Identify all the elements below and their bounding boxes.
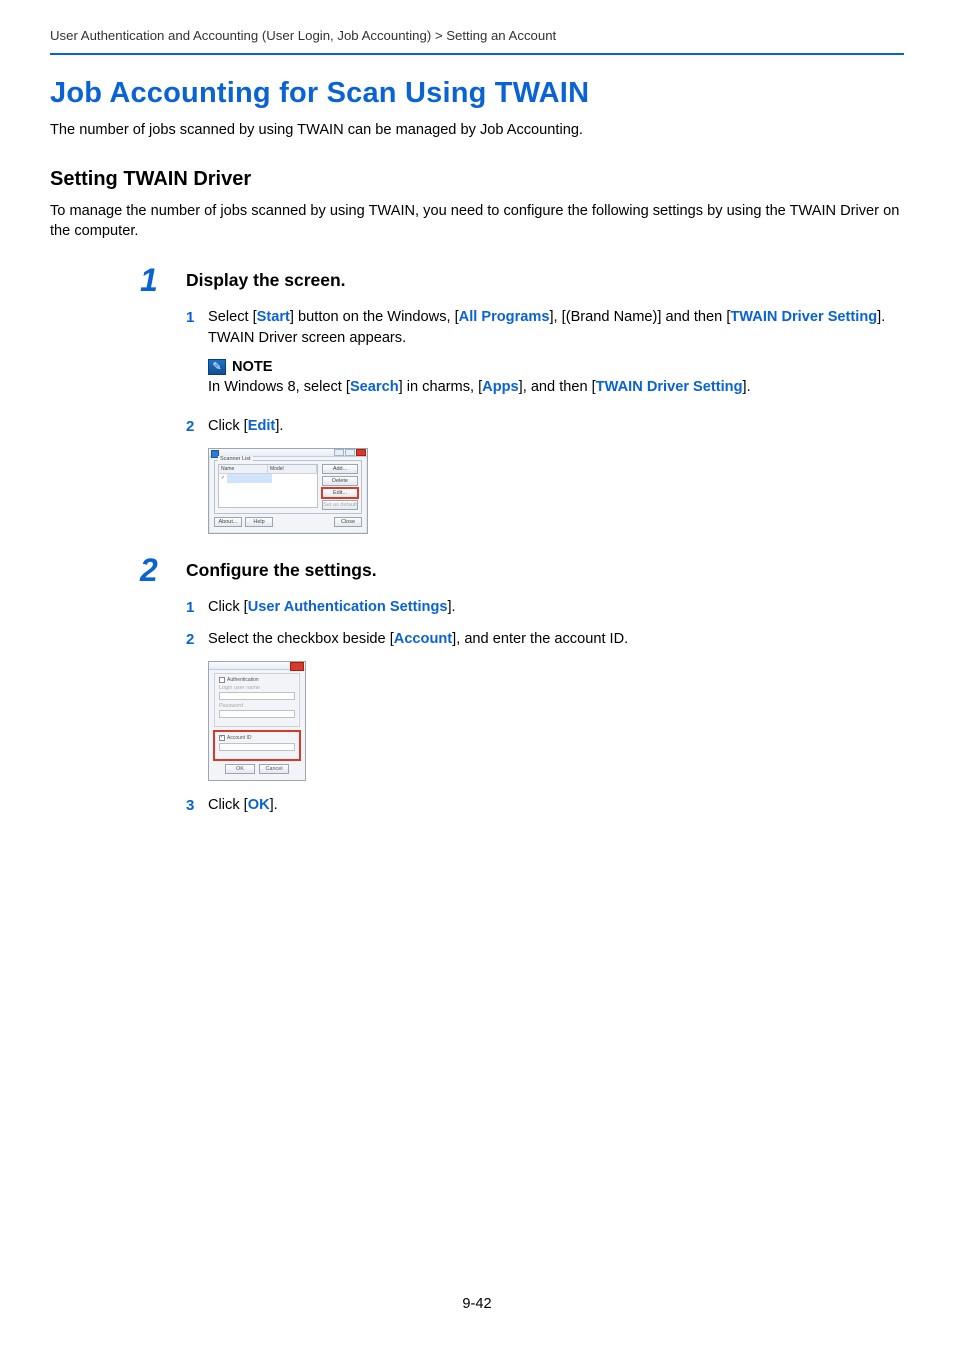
link-twain-driver-setting[interactable]: TWAIN Driver Setting	[730, 309, 877, 325]
text: Click [	[208, 797, 248, 813]
text: ].	[275, 418, 283, 434]
cancel-button: Cancel	[259, 764, 289, 774]
text: Select the checkbox beside [	[208, 631, 394, 647]
password-label: Password	[219, 703, 295, 709]
window-titlebar	[209, 662, 305, 670]
link-apps[interactable]: Apps	[482, 379, 518, 395]
ok-button: OK	[225, 764, 255, 774]
text: Click [	[208, 418, 248, 434]
text: Select [	[208, 309, 257, 325]
major-step-number: 1	[140, 262, 158, 299]
link-ok[interactable]: OK	[248, 797, 270, 813]
about-button: About...	[214, 517, 242, 527]
page-title: Job Accounting for Scan Using TWAIN	[50, 77, 904, 110]
link-start[interactable]: Start	[257, 309, 290, 325]
text: ] in charms, [	[399, 379, 483, 395]
text: ].	[447, 599, 455, 615]
close-icon	[356, 449, 366, 456]
scanner-list-group: Scanner List Name Model ✓ Add... Delet	[214, 460, 362, 514]
text: ], [(Brand Name)] and then [	[550, 309, 731, 325]
set-default-button: Set as default	[322, 500, 358, 510]
breadcrumb: User Authentication and Accounting (User…	[50, 28, 904, 55]
section-para: To manage the number of jobs scanned by …	[50, 201, 904, 242]
major-step-number: 2	[140, 552, 158, 589]
step-title: Configure the settings.	[186, 560, 904, 581]
text: ].	[270, 797, 278, 813]
text: ].	[743, 379, 751, 395]
substep-number: 2	[186, 416, 208, 438]
note-icon	[208, 359, 226, 375]
page-number: 9-42	[0, 1296, 954, 1312]
authentication-group: Authentication Login user name Password	[214, 673, 300, 727]
login-input	[219, 692, 295, 700]
link-account[interactable]: Account	[394, 631, 452, 647]
auth-settings-screenshot: Authentication Login user name Password …	[208, 661, 306, 781]
add-button: Add...	[322, 464, 358, 474]
text: ], and then [	[519, 379, 596, 395]
help-button: Help	[245, 517, 273, 527]
note-title: NOTE	[232, 359, 273, 375]
major-step-1: 1 Display the screen. 1 Select [Start] b…	[186, 270, 904, 534]
group-label: Scanner List	[218, 456, 253, 462]
text: ], and enter the account ID.	[452, 631, 628, 647]
twain-driver-screenshot: Scanner List Name Model ✓ Add... Delet	[208, 448, 368, 534]
text: Click [	[208, 599, 248, 615]
text: In Windows 8, select [	[208, 379, 350, 395]
substep-number: 1	[186, 307, 208, 329]
maximize-icon	[345, 449, 355, 456]
substep-1-1: 1 Select [Start] button on the Windows, …	[186, 307, 904, 349]
auth-label: Authentication	[227, 677, 259, 683]
substep-number: 1	[186, 597, 208, 619]
account-label: Account ID	[227, 735, 251, 741]
close-button: Close	[334, 517, 362, 527]
substep-1-2: 2 Click [Edit].	[186, 416, 904, 438]
col-name: Name	[219, 465, 268, 473]
text: ] button on the Windows, [	[290, 309, 459, 325]
login-label: Login user name	[219, 685, 295, 691]
delete-button: Delete	[322, 476, 358, 486]
link-twain-driver-setting[interactable]: TWAIN Driver Setting	[596, 379, 743, 395]
substep-number: 3	[186, 795, 208, 817]
minimize-icon	[334, 449, 344, 456]
link-edit[interactable]: Edit	[248, 418, 276, 434]
auth-checkbox	[219, 677, 225, 683]
step-title: Display the screen.	[186, 270, 904, 291]
scanner-table: Name Model ✓	[218, 464, 318, 508]
major-step-2: 2 Configure the settings. 1 Click [User …	[186, 560, 904, 816]
account-input	[219, 743, 295, 751]
substep-2-3: 3 Click [OK].	[186, 795, 904, 817]
substep-2-1: 1 Click [User Authentication Settings].	[186, 597, 904, 619]
account-checkbox: ✓	[219, 735, 225, 741]
password-input	[219, 710, 295, 718]
intro-text: The number of jobs scanned by using TWAI…	[50, 122, 904, 138]
substep-2-2: 2 Select the checkbox beside [Account], …	[186, 629, 904, 651]
substep-number: 2	[186, 629, 208, 651]
link-search[interactable]: Search	[350, 379, 399, 395]
account-group: ✓Account ID	[214, 731, 300, 760]
col-model: Model	[268, 465, 317, 473]
note-box: NOTE In Windows 8, select [Search] in ch…	[208, 359, 904, 398]
table-row: ✓	[219, 474, 317, 483]
edit-button: Edit...	[322, 488, 358, 498]
link-all-programs[interactable]: All Programs	[459, 309, 550, 325]
link-user-auth-settings[interactable]: User Authentication Settings	[248, 599, 448, 615]
section-heading: Setting TWAIN Driver	[50, 168, 904, 191]
